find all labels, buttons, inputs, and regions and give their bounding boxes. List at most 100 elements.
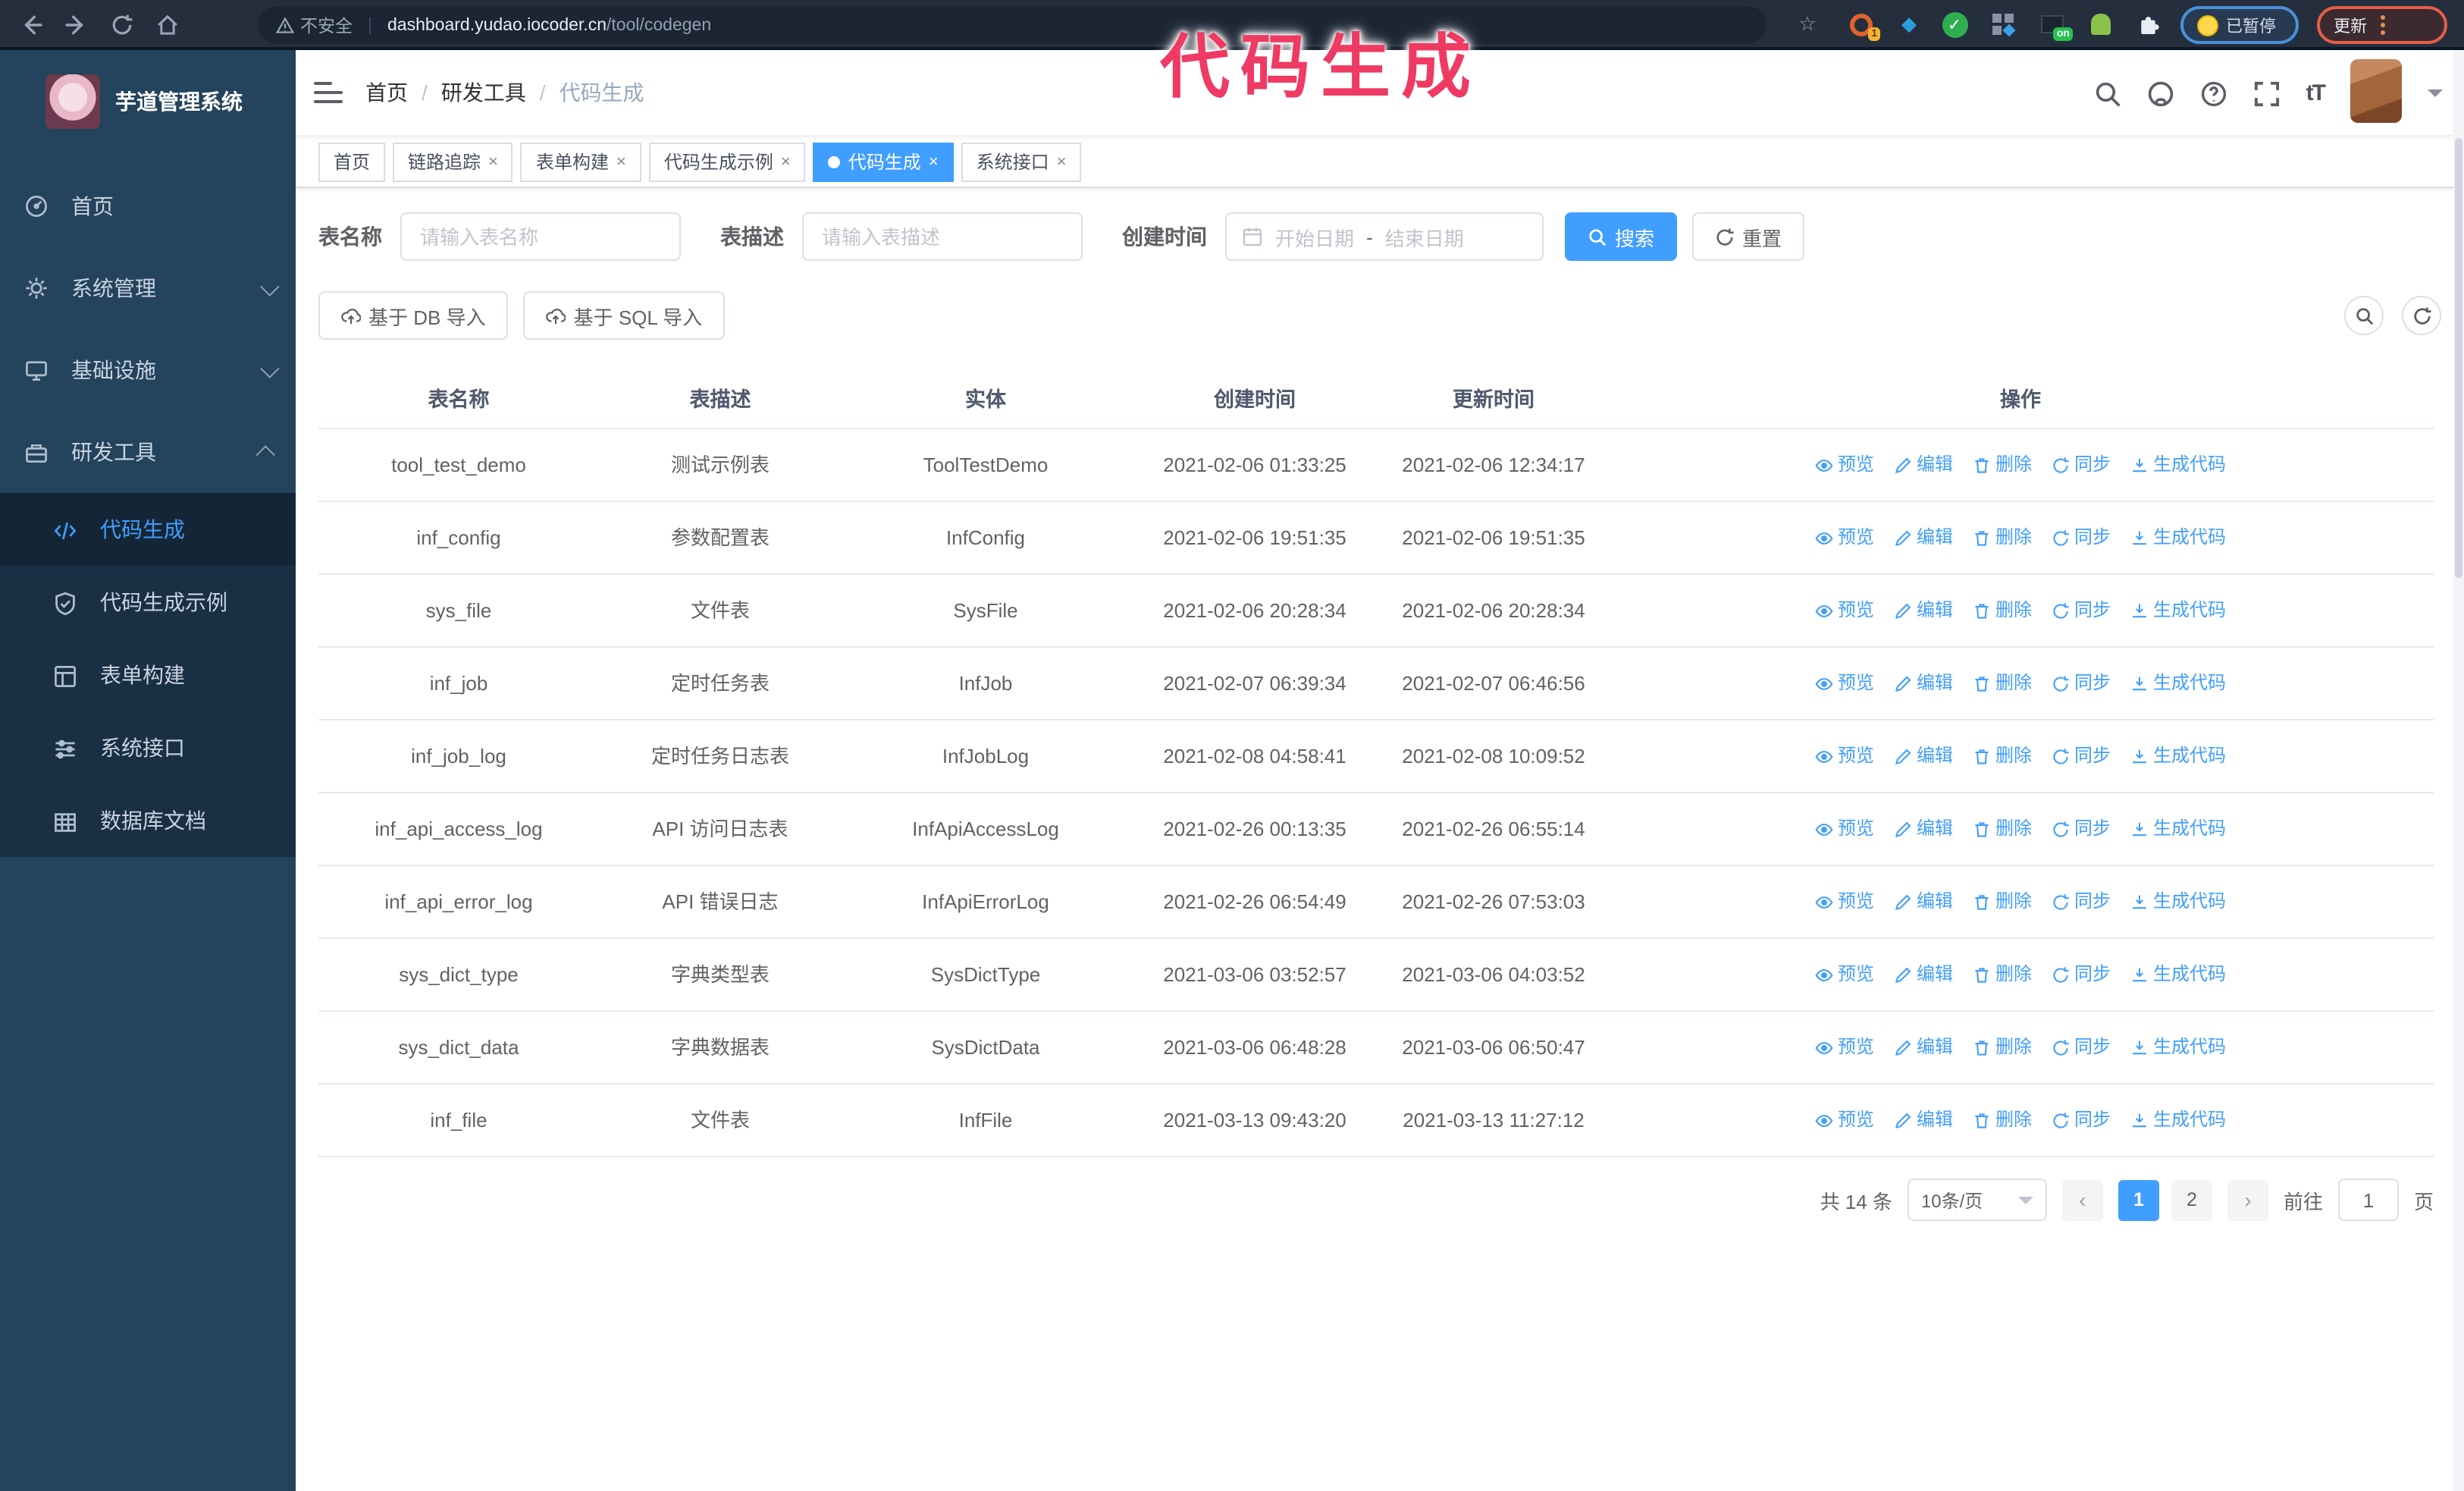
close-tab-icon[interactable]: × bbox=[616, 152, 626, 171]
view-tab-系统接口[interactable]: 系统接口 × bbox=[961, 142, 1082, 181]
close-tab-icon[interactable]: × bbox=[929, 152, 939, 171]
row-action-删除[interactable]: 删除 bbox=[1973, 1106, 2032, 1135]
url-bar[interactable]: 不安全 | dashboard.yudao.iocoder.cn/tool/co… bbox=[258, 6, 1766, 44]
view-tab-首页[interactable]: 首页 bbox=[318, 142, 386, 181]
import-sql-button[interactable]: 基于 SQL 导入 bbox=[523, 291, 726, 340]
row-action-编辑[interactable]: 编辑 bbox=[1894, 1106, 1953, 1135]
view-tab-代码生成[interactable]: 代码生成 × bbox=[813, 142, 954, 181]
row-action-编辑[interactable]: 编辑 bbox=[1894, 887, 1953, 916]
reload-icon[interactable] bbox=[103, 6, 140, 42]
row-action-生成代码[interactable]: 生成代码 bbox=[2130, 596, 2226, 625]
sidebar-item-首页[interactable]: 首页 bbox=[0, 165, 296, 247]
refresh-table-icon[interactable] bbox=[2402, 296, 2441, 335]
row-action-同步[interactable]: 同步 bbox=[2052, 1033, 2111, 1062]
row-action-预览[interactable]: 预览 bbox=[1815, 1033, 1874, 1062]
row-action-同步[interactable]: 同步 bbox=[2052, 523, 2111, 552]
sidebar-item-研发工具[interactable]: 研发工具 bbox=[0, 411, 296, 493]
sidebar-subitem-表单构建[interactable]: 表单构建 bbox=[0, 639, 296, 711]
fullscreen-icon[interactable] bbox=[2253, 80, 2281, 107]
table-desc-input[interactable] bbox=[802, 212, 1083, 261]
import-db-button[interactable]: 基于 DB 导入 bbox=[318, 291, 509, 340]
breadcrumb-tools[interactable]: 研发工具 bbox=[441, 77, 526, 108]
app-logo-row[interactable]: 芋道管理系统 bbox=[0, 50, 296, 153]
row-action-编辑[interactable]: 编辑 bbox=[1894, 669, 1953, 698]
row-action-编辑[interactable]: 编辑 bbox=[1894, 523, 1953, 552]
row-action-生成代码[interactable]: 生成代码 bbox=[2130, 450, 2226, 479]
row-action-同步[interactable]: 同步 bbox=[2052, 1106, 2111, 1135]
row-action-同步[interactable]: 同步 bbox=[2052, 450, 2111, 479]
sidebar-item-系统管理[interactable]: 系统管理 bbox=[0, 247, 296, 329]
toggle-search-icon[interactable] bbox=[2344, 296, 2384, 335]
row-action-预览[interactable]: 预览 bbox=[1815, 450, 1874, 479]
scrollbar-thumb[interactable] bbox=[2455, 138, 2462, 578]
row-action-预览[interactable]: 预览 bbox=[1815, 815, 1874, 843]
date-range-picker[interactable]: 开始日期 - 结束日期 bbox=[1225, 212, 1544, 261]
row-action-生成代码[interactable]: 生成代码 bbox=[2130, 1106, 2226, 1135]
close-tab-icon[interactable]: × bbox=[488, 152, 498, 171]
forward-icon[interactable] bbox=[58, 6, 94, 42]
font-size-icon[interactable]: tT bbox=[2306, 80, 2326, 106]
row-action-生成代码[interactable]: 生成代码 bbox=[2130, 669, 2226, 698]
update-browser-pill[interactable]: 更新 bbox=[2317, 6, 2447, 44]
close-tab-icon[interactable]: × bbox=[781, 152, 791, 171]
sidebar-subitem-系统接口[interactable]: 系统接口 bbox=[0, 711, 296, 784]
bookmark-star-icon[interactable]: ☆ bbox=[1791, 8, 1824, 41]
home-icon[interactable] bbox=[149, 6, 185, 42]
sidebar-subitem-数据库文档[interactable]: 数据库文档 bbox=[0, 784, 296, 857]
paused-extension-pill[interactable]: 已暂停 bbox=[2180, 6, 2299, 44]
row-action-删除[interactable]: 删除 bbox=[1973, 960, 2032, 989]
row-action-预览[interactable]: 预览 bbox=[1815, 1106, 1874, 1135]
row-action-编辑[interactable]: 编辑 bbox=[1894, 960, 1953, 989]
page-scrollbar[interactable] bbox=[2453, 50, 2464, 1491]
row-action-删除[interactable]: 删除 bbox=[1973, 523, 2032, 552]
row-action-生成代码[interactable]: 生成代码 bbox=[2130, 887, 2226, 916]
row-action-删除[interactable]: 删除 bbox=[1973, 887, 2032, 916]
close-tab-icon[interactable]: × bbox=[1057, 152, 1067, 171]
row-action-生成代码[interactable]: 生成代码 bbox=[2130, 523, 2226, 552]
row-action-预览[interactable]: 预览 bbox=[1815, 523, 1874, 552]
security-warning[interactable]: 不安全 bbox=[276, 13, 353, 37]
header-search-icon[interactable] bbox=[2094, 80, 2121, 107]
extension-orange-icon[interactable]: 1 bbox=[1844, 8, 1880, 41]
row-action-删除[interactable]: 删除 bbox=[1973, 742, 2032, 771]
row-action-编辑[interactable]: 编辑 bbox=[1894, 1033, 1953, 1062]
row-action-预览[interactable]: 预览 bbox=[1815, 887, 1874, 916]
page-size-select[interactable]: 10条/页 bbox=[1907, 1179, 2047, 1221]
extension-on-icon[interactable]: on bbox=[2035, 8, 2073, 41]
row-action-预览[interactable]: 预览 bbox=[1815, 742, 1874, 771]
row-action-同步[interactable]: 同步 bbox=[2052, 742, 2111, 771]
row-action-同步[interactable]: 同步 bbox=[2052, 887, 2111, 916]
row-action-生成代码[interactable]: 生成代码 bbox=[2130, 815, 2226, 843]
row-action-编辑[interactable]: 编辑 bbox=[1894, 742, 1953, 771]
prev-page-button[interactable]: ‹ bbox=[2061, 1179, 2103, 1220]
extension-green-check-icon[interactable]: ✓ bbox=[1938, 8, 1971, 41]
extensions-puzzle-icon[interactable] bbox=[2132, 8, 2165, 41]
reset-button[interactable]: 重置 bbox=[1692, 212, 1805, 261]
row-action-删除[interactable]: 删除 bbox=[1973, 596, 2032, 625]
user-menu-caret-icon[interactable] bbox=[2428, 89, 2443, 105]
row-action-同步[interactable]: 同步 bbox=[2052, 596, 2111, 625]
back-icon[interactable] bbox=[12, 6, 49, 42]
extension-android-icon[interactable] bbox=[2083, 8, 2117, 41]
row-action-预览[interactable]: 预览 bbox=[1815, 669, 1874, 698]
page-button-2[interactable]: 2 bbox=[2171, 1179, 2212, 1220]
user-avatar[interactable] bbox=[2350, 58, 2402, 122]
row-action-生成代码[interactable]: 生成代码 bbox=[2130, 1033, 2226, 1062]
row-action-生成代码[interactable]: 生成代码 bbox=[2130, 960, 2226, 989]
view-tab-链路追踪[interactable]: 链路追踪 × bbox=[393, 142, 513, 181]
row-action-删除[interactable]: 删除 bbox=[1973, 815, 2032, 843]
row-action-同步[interactable]: 同步 bbox=[2052, 669, 2111, 698]
extension-grid-icon[interactable] bbox=[1986, 8, 2020, 41]
sidebar-subitem-代码生成示例[interactable]: 代码生成示例 bbox=[0, 566, 296, 639]
row-action-编辑[interactable]: 编辑 bbox=[1894, 596, 1953, 625]
row-action-删除[interactable]: 删除 bbox=[1973, 669, 2032, 698]
extension-diamond-icon[interactable]: ◆ bbox=[1892, 8, 1926, 41]
sidebar-item-基础设施[interactable]: 基础设施 bbox=[0, 329, 296, 411]
row-action-编辑[interactable]: 编辑 bbox=[1894, 450, 1953, 479]
github-icon[interactable] bbox=[2147, 80, 2174, 107]
table-name-input[interactable] bbox=[400, 212, 681, 261]
view-tab-表单构建[interactable]: 表单构建 × bbox=[520, 142, 641, 181]
row-action-生成代码[interactable]: 生成代码 bbox=[2130, 742, 2226, 771]
row-action-预览[interactable]: 预览 bbox=[1815, 960, 1874, 989]
help-icon[interactable] bbox=[2200, 80, 2227, 107]
